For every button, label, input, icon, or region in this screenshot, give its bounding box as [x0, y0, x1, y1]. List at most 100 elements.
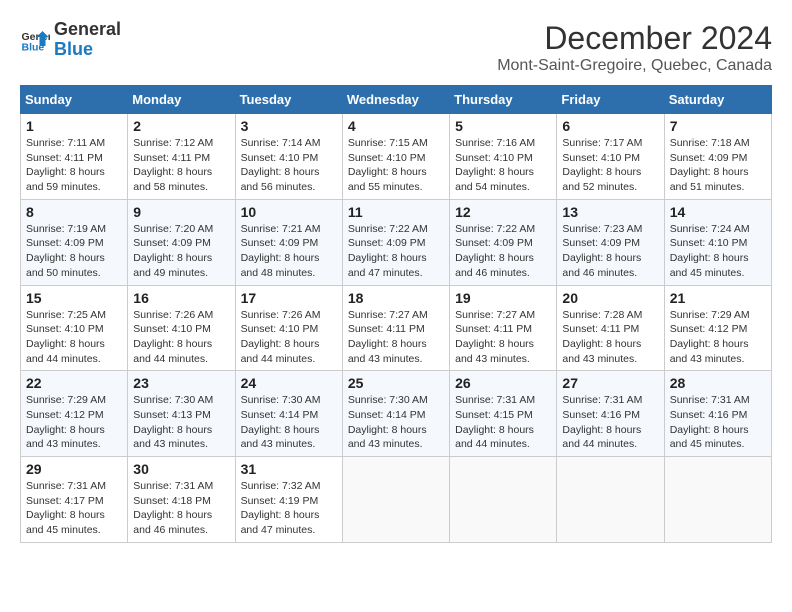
day-detail: Sunrise: 7:24 AMSunset: 4:10 PMDaylight:…: [670, 222, 766, 281]
logo-text: General Blue: [54, 20, 121, 60]
day-number: 14: [670, 204, 766, 220]
day-detail: Sunrise: 7:31 AMSunset: 4:18 PMDaylight:…: [133, 479, 229, 538]
day-number: 29: [26, 461, 122, 477]
day-number: 6: [562, 118, 658, 134]
calendar-cell: [450, 457, 557, 543]
day-number: 22: [26, 375, 122, 391]
day-number: 21: [670, 290, 766, 306]
calendar-cell: [342, 457, 449, 543]
calendar-table: SundayMondayTuesdayWednesdayThursdayFrid…: [20, 85, 772, 543]
day-number: 1: [26, 118, 122, 134]
day-detail: Sunrise: 7:14 AMSunset: 4:10 PMDaylight:…: [241, 136, 337, 195]
calendar-cell: 30 Sunrise: 7:31 AMSunset: 4:18 PMDayligh…: [128, 457, 235, 543]
day-detail: Sunrise: 7:16 AMSunset: 4:10 PMDaylight:…: [455, 136, 551, 195]
calendar-cell: 29 Sunrise: 7:31 AMSunset: 4:17 PMDayligh…: [21, 457, 128, 543]
day-of-week-header: Wednesday: [342, 86, 449, 114]
calendar-cell: 9 Sunrise: 7:20 AMSunset: 4:09 PMDaylight…: [128, 199, 235, 285]
day-number: 19: [455, 290, 551, 306]
calendar-cell: 11Sunrise: 7:22 AMSunset: 4:09 PMDayligh…: [342, 199, 449, 285]
calendar-cell: 16 Sunrise: 7:26 AMSunset: 4:10 PMDayligh…: [128, 285, 235, 371]
day-detail: Sunrise: 7:27 AMSunset: 4:11 PMDaylight:…: [455, 308, 551, 367]
day-detail: Sunrise: 7:11 AMSunset: 4:11 PMDaylight:…: [26, 136, 122, 195]
day-detail: Sunrise: 7:27 AMSunset: 4:11 PMDaylight:…: [348, 308, 444, 367]
day-detail: Sunrise: 7:18 AMSunset: 4:09 PMDaylight:…: [670, 136, 766, 195]
day-detail: Sunrise: 7:25 AMSunset: 4:10 PMDaylight:…: [26, 308, 122, 367]
calendar-cell: 24 Sunrise: 7:30 AMSunset: 4:14 PMDayligh…: [235, 371, 342, 457]
day-detail: Sunrise: 7:21 AMSunset: 4:09 PMDaylight:…: [241, 222, 337, 281]
logo: General Blue General Blue: [20, 20, 121, 60]
calendar-cell: 4 Sunrise: 7:15 AMSunset: 4:10 PMDaylight…: [342, 114, 449, 200]
day-detail: Sunrise: 7:31 AMSunset: 4:17 PMDaylight:…: [26, 479, 122, 538]
day-detail: Sunrise: 7:28 AMSunset: 4:11 PMDaylight:…: [562, 308, 658, 367]
calendar-cell: 13 Sunrise: 7:23 AMSunset: 4:09 PMDayligh…: [557, 199, 664, 285]
day-of-week-header: Saturday: [664, 86, 771, 114]
day-number: 13: [562, 204, 658, 220]
day-detail: Sunrise: 7:30 AMSunset: 4:14 PMDaylight:…: [348, 393, 444, 452]
day-number: 17: [241, 290, 337, 306]
day-detail: Sunrise: 7:31 AMSunset: 4:16 PMDaylight:…: [562, 393, 658, 452]
calendar-week-row: 29 Sunrise: 7:31 AMSunset: 4:17 PMDayligh…: [21, 457, 772, 543]
day-detail: Sunrise: 7:31 AMSunset: 4:16 PMDaylight:…: [670, 393, 766, 452]
day-detail: Sunrise: 7:29 AMSunset: 4:12 PMDaylight:…: [670, 308, 766, 367]
calendar-cell: 19 Sunrise: 7:27 AMSunset: 4:11 PMDayligh…: [450, 285, 557, 371]
day-detail: Sunrise: 7:23 AMSunset: 4:09 PMDaylight:…: [562, 222, 658, 281]
day-detail: Sunrise: 7:17 AMSunset: 4:10 PMDaylight:…: [562, 136, 658, 195]
calendar-week-row: 22 Sunrise: 7:29 AMSunset: 4:12 PMDayligh…: [21, 371, 772, 457]
day-number: 27: [562, 375, 658, 391]
day-number: 30: [133, 461, 229, 477]
day-of-week-header: Monday: [128, 86, 235, 114]
calendar-cell: 7 Sunrise: 7:18 AMSunset: 4:09 PMDaylight…: [664, 114, 771, 200]
calendar-cell: 5Sunrise: 7:16 AMSunset: 4:10 PMDaylight…: [450, 114, 557, 200]
day-detail: Sunrise: 7:29 AMSunset: 4:12 PMDaylight:…: [26, 393, 122, 452]
day-of-week-header: Thursday: [450, 86, 557, 114]
calendar-cell: 20 Sunrise: 7:28 AMSunset: 4:11 PMDayligh…: [557, 285, 664, 371]
calendar-title: December 2024: [497, 20, 772, 57]
day-of-week-header: Friday: [557, 86, 664, 114]
calendar-week-row: 15 Sunrise: 7:25 AMSunset: 4:10 PMDayligh…: [21, 285, 772, 371]
day-number: 8: [26, 204, 122, 220]
day-detail: Sunrise: 7:30 AMSunset: 4:14 PMDaylight:…: [241, 393, 337, 452]
day-number: 11: [348, 204, 444, 220]
day-detail: Sunrise: 7:20 AMSunset: 4:09 PMDaylight:…: [133, 222, 229, 281]
day-number: 31: [241, 461, 337, 477]
day-detail: Sunrise: 7:19 AMSunset: 4:09 PMDaylight:…: [26, 222, 122, 281]
title-block: December 2024 Mont-Saint-Gregoire, Quebe…: [497, 20, 772, 75]
day-number: 2: [133, 118, 229, 134]
day-detail: Sunrise: 7:31 AMSunset: 4:15 PMDaylight:…: [455, 393, 551, 452]
calendar-cell: 14 Sunrise: 7:24 AMSunset: 4:10 PMDayligh…: [664, 199, 771, 285]
calendar-cell: 2Sunrise: 7:12 AMSunset: 4:11 PMDaylight…: [128, 114, 235, 200]
calendar-cell: 17 Sunrise: 7:26 AMSunset: 4:10 PMDayligh…: [235, 285, 342, 371]
day-number: 20: [562, 290, 658, 306]
calendar-cell: 15 Sunrise: 7:25 AMSunset: 4:10 PMDayligh…: [21, 285, 128, 371]
calendar-cell: 6 Sunrise: 7:17 AMSunset: 4:10 PMDaylight…: [557, 114, 664, 200]
calendar-cell: 26Sunrise: 7:31 AMSunset: 4:15 PMDayligh…: [450, 371, 557, 457]
calendar-cell: 3Sunrise: 7:14 AMSunset: 4:10 PMDaylight…: [235, 114, 342, 200]
day-number: 25: [348, 375, 444, 391]
calendar-cell: 23Sunrise: 7:30 AMSunset: 4:13 PMDayligh…: [128, 371, 235, 457]
calendar-cell: 22 Sunrise: 7:29 AMSunset: 4:12 PMDayligh…: [21, 371, 128, 457]
calendar-cell: [557, 457, 664, 543]
day-of-week-header: Sunday: [21, 86, 128, 114]
day-number: 7: [670, 118, 766, 134]
day-number: 23: [133, 375, 229, 391]
day-number: 9: [133, 204, 229, 220]
calendar-cell: [664, 457, 771, 543]
day-detail: Sunrise: 7:26 AMSunset: 4:10 PMDaylight:…: [241, 308, 337, 367]
day-detail: Sunrise: 7:32 AMSunset: 4:19 PMDaylight:…: [241, 479, 337, 538]
calendar-cell: 1 Sunrise: 7:11 AMSunset: 4:11 PMDaylight…: [21, 114, 128, 200]
day-number: 4: [348, 118, 444, 134]
day-detail: Sunrise: 7:22 AMSunset: 4:09 PMDaylight:…: [455, 222, 551, 281]
day-number: 16: [133, 290, 229, 306]
logo-icon: General Blue: [20, 25, 50, 55]
day-number: 18: [348, 290, 444, 306]
day-number: 10: [241, 204, 337, 220]
day-detail: Sunrise: 7:15 AMSunset: 4:10 PMDaylight:…: [348, 136, 444, 195]
day-number: 12: [455, 204, 551, 220]
calendar-cell: 21 Sunrise: 7:29 AMSunset: 4:12 PMDayligh…: [664, 285, 771, 371]
day-number: 15: [26, 290, 122, 306]
day-number: 24: [241, 375, 337, 391]
calendar-cell: 27 Sunrise: 7:31 AMSunset: 4:16 PMDayligh…: [557, 371, 664, 457]
calendar-header-row: SundayMondayTuesdayWednesdayThursdayFrid…: [21, 86, 772, 114]
day-detail: Sunrise: 7:26 AMSunset: 4:10 PMDaylight:…: [133, 308, 229, 367]
day-number: 28: [670, 375, 766, 391]
